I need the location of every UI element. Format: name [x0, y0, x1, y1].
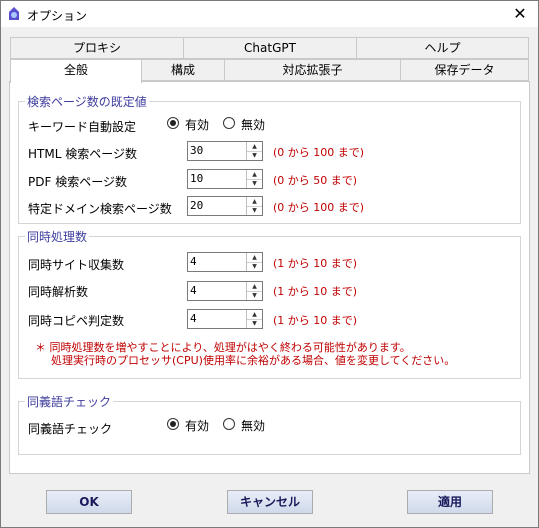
copy-check-label: 同時コピペ判定数	[28, 314, 125, 328]
keyword-auto-off-label[interactable]: 無効	[241, 116, 265, 133]
site-collect-spinner[interactable]: 4 ▲ ▼	[187, 252, 263, 272]
site-collect-label: 同時サイト収集数	[28, 258, 125, 272]
html-pages-label: HTML 検索ページ数	[28, 147, 137, 161]
domain-pages-value[interactable]: 20	[190, 199, 203, 212]
html-pages-value[interactable]: 30	[190, 144, 203, 157]
tab-chatgpt[interactable]: ChatGPT	[183, 37, 357, 59]
spin-down-icon[interactable]: ▼	[247, 151, 262, 160]
tab-saved-data[interactable]: 保存データ	[400, 59, 529, 81]
domain-pages-range: (0 から 100 まで)	[273, 201, 365, 214]
analysis-spinner[interactable]: 4 ▲ ▼	[187, 281, 263, 301]
tab-proxy[interactable]: プロキシ	[10, 37, 184, 59]
keyword-auto-off-radio[interactable]	[223, 117, 235, 129]
spin-down-icon[interactable]: ▼	[247, 319, 262, 328]
title-bar: オプション ✕	[1, 1, 538, 27]
html-pages-range: (0 から 100 まで)	[273, 146, 365, 159]
synonym-group-title: 同義語チェック	[25, 393, 114, 410]
options-dialog: オプション ✕ プロキシ ChatGPT ヘルプ 全般 構成 対応拡張子 保存デ…	[0, 0, 539, 528]
copy-check-spinner[interactable]: 4 ▲ ▼	[187, 309, 263, 329]
tab-general[interactable]: 全般	[10, 59, 142, 83]
analysis-range: (1 から 10 まで)	[273, 285, 358, 298]
window-title: オプション	[27, 9, 88, 23]
synonym-off-radio[interactable]	[223, 418, 235, 430]
spin-down-icon[interactable]: ▼	[247, 179, 262, 188]
app-icon	[9, 7, 19, 20]
copy-check-range: (1 から 10 まで)	[273, 314, 358, 327]
close-button[interactable]: ✕	[502, 1, 538, 27]
analysis-value[interactable]: 4	[190, 284, 197, 297]
cancel-button[interactable]: キャンセル	[227, 490, 313, 514]
apply-button[interactable]: 適用	[407, 490, 493, 514]
keyword-auto-label: キーワード自動設定	[28, 120, 137, 134]
parallel-group: 同時処理数 同時サイト収集数 4 ▲ ▼ (1 から 10 まで) 同時解析数 4…	[18, 228, 521, 379]
pdf-pages-range: (0 から 50 まで)	[273, 174, 358, 187]
domain-pages-label: 特定ドメイン検索ページ数	[28, 202, 172, 216]
synonym-check-label: 同義語チェック	[28, 422, 113, 436]
pdf-pages-spinner[interactable]: 10 ▲ ▼	[187, 169, 263, 189]
spin-down-icon[interactable]: ▼	[247, 291, 262, 300]
spin-down-icon[interactable]: ▼	[247, 206, 262, 215]
search-pages-group-title: 検索ページ数の既定値	[25, 93, 149, 110]
synonym-on-label[interactable]: 有効	[185, 417, 209, 434]
tab-extensions[interactable]: 対応拡張子	[224, 59, 401, 81]
parallel-note-2: 処理実行時のプロセッサ(CPU)使用率に余裕がある場合、値を変更してください。	[51, 354, 456, 367]
tab-configuration[interactable]: 構成	[141, 59, 225, 81]
synonym-group: 同義語チェック 同義語チェック 有効 無効	[18, 393, 521, 455]
site-collect-value[interactable]: 4	[190, 255, 197, 268]
copy-check-value[interactable]: 4	[190, 312, 197, 325]
site-collect-range: (1 から 10 まで)	[273, 257, 358, 270]
keyword-auto-on-label[interactable]: 有効	[185, 116, 209, 133]
synonym-off-label[interactable]: 無効	[241, 417, 265, 434]
general-panel: 検索ページ数の既定値 キーワード自動設定 有効 無効 HTML 検索ページ数 3…	[9, 81, 530, 474]
synonym-on-radio[interactable]	[167, 418, 179, 430]
html-pages-spinner[interactable]: 30 ▲ ▼	[187, 141, 263, 161]
tab-help[interactable]: ヘルプ	[356, 37, 529, 59]
spin-down-icon[interactable]: ▼	[247, 262, 262, 271]
analysis-label: 同時解析数	[28, 285, 89, 299]
search-pages-group: 検索ページ数の既定値 キーワード自動設定 有効 無効 HTML 検索ページ数 3…	[18, 93, 521, 224]
pdf-pages-label: PDF 検索ページ数	[28, 175, 127, 189]
ok-button[interactable]: OK	[46, 490, 132, 514]
domain-pages-spinner[interactable]: 20 ▲ ▼	[187, 196, 263, 216]
pdf-pages-value[interactable]: 10	[190, 172, 203, 185]
keyword-auto-on-radio[interactable]	[167, 117, 179, 129]
parallel-group-title: 同時処理数	[25, 228, 90, 245]
